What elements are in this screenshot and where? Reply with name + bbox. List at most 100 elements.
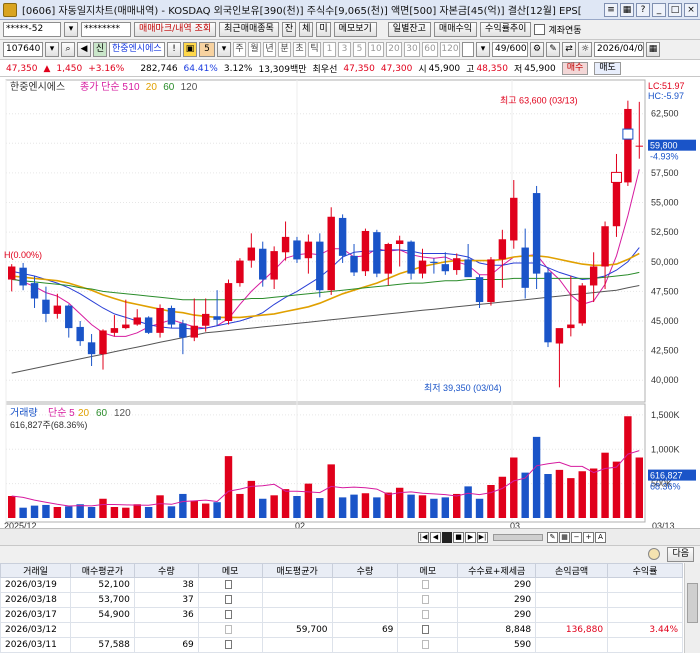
stock-code-input[interactable]: 107640	[3, 42, 43, 57]
cell-sell-memo[interactable]	[397, 592, 459, 608]
code-dropdown-icon[interactable]: ▾	[45, 42, 59, 57]
cell-sell-memo[interactable]	[397, 622, 459, 638]
memo-icon[interactable]	[224, 580, 232, 589]
interval-10[interactable]: 10	[368, 42, 384, 57]
memo-icon[interactable]	[422, 625, 430, 634]
maximize-icon[interactable]: □	[668, 3, 682, 17]
number-field[interactable]: 5	[199, 42, 215, 57]
count-field[interactable]: 49/600	[492, 42, 528, 57]
period-month[interactable]: 월	[248, 42, 261, 57]
scroll-track[interactable]	[493, 533, 543, 541]
interval-1[interactable]: 1	[323, 42, 336, 57]
period-tick[interactable]: 틱	[308, 42, 321, 57]
memo-icon[interactable]	[224, 640, 232, 649]
cell-sell-memo[interactable]	[397, 577, 459, 593]
unexecuted-button[interactable]: 미	[316, 22, 331, 37]
table-row[interactable]: 2026/03/19 52,100 38 290	[0, 577, 683, 593]
settings-icon[interactable]	[648, 548, 660, 560]
help-icon[interactable]: ?	[636, 3, 650, 17]
number-dropdown-icon[interactable]: ▾	[217, 42, 231, 57]
col-buy-memo[interactable]: 메모	[197, 563, 263, 578]
cell-buy-memo[interactable]	[197, 607, 263, 623]
memo-icon[interactable]	[422, 610, 430, 619]
search-icon[interactable]: ⌕	[61, 42, 75, 57]
col-return[interactable]: 수익률	[607, 563, 683, 578]
scroll-start-icon[interactable]: |◀	[418, 531, 429, 543]
period-week[interactable]: 주	[233, 42, 246, 57]
memo-view-button[interactable]: 메모보기	[333, 22, 377, 37]
account-link-checkbox[interactable]	[534, 24, 546, 35]
next-button[interactable]: 다음	[667, 547, 694, 562]
scroll-thumb[interactable]	[442, 531, 452, 543]
col-pnl[interactable]: 손익금액	[535, 563, 609, 578]
cell-sell-memo[interactable]	[397, 607, 459, 623]
interval-5[interactable]: 5	[353, 42, 366, 57]
memo-icon[interactable]	[422, 580, 430, 589]
close-icon[interactable]: ×	[684, 3, 698, 17]
col-buy-qty[interactable]: 수량	[133, 563, 199, 578]
period-minute[interactable]: 분	[278, 42, 291, 57]
col-sell-memo[interactable]: 메모	[397, 563, 459, 578]
sell-button[interactable]: 매도	[594, 62, 621, 75]
period-year[interactable]: 년	[263, 42, 276, 57]
alert-button[interactable]: !	[167, 42, 181, 57]
scroll-thumb[interactable]	[687, 583, 698, 623]
balance-button[interactable]: 잔	[281, 22, 297, 37]
cell-buy-memo[interactable]	[197, 622, 263, 638]
recent-trades-button[interactable]: 최근매매종목	[219, 22, 279, 37]
interval-input[interactable]	[462, 42, 474, 57]
trade-mark-button[interactable]: 매매마크/내역 조회	[134, 22, 217, 37]
date-field[interactable]: 2026/04/03	[594, 42, 644, 57]
gear-icon[interactable]: ☼	[578, 42, 592, 57]
memo-icon[interactable]	[224, 595, 232, 604]
table-scrollbar[interactable]	[684, 563, 700, 653]
memo-icon[interactable]	[422, 640, 430, 649]
cell-buy-memo[interactable]	[197, 592, 263, 608]
grid-icon[interactable]: ▦	[559, 531, 570, 543]
indicator-icon[interactable]: ✎	[546, 42, 560, 57]
cell-buy-memo[interactable]	[197, 637, 263, 653]
trade-profit-button[interactable]: 매매수익	[433, 22, 478, 37]
col-buy-avg[interactable]: 매수평균가	[69, 563, 135, 578]
daily-balance-button[interactable]: 일별잔고	[387, 22, 431, 37]
compare-icon[interactable]: ⇄	[562, 42, 576, 57]
col-sell-qty[interactable]: 수량	[331, 563, 399, 578]
account-input[interactable]: *****-52	[3, 22, 61, 37]
password-input[interactable]: ********	[81, 22, 131, 37]
interval-20[interactable]: 20	[386, 42, 402, 57]
memo-icon[interactable]	[224, 625, 232, 634]
col-date[interactable]: 거래일	[0, 563, 71, 578]
profit-trend-button[interactable]: 수익률추이	[480, 22, 532, 37]
col-fee[interactable]: 수수료+제세금	[457, 563, 537, 578]
scroll-end-icon[interactable]: ▶|	[477, 531, 488, 543]
memo-icon[interactable]	[224, 610, 232, 619]
link-icon[interactable]: ▦	[620, 3, 634, 17]
period-second[interactable]: 초	[293, 42, 306, 57]
date-picker-icon[interactable]: ▦	[646, 42, 660, 57]
calendar-icon[interactable]: ▣	[183, 42, 197, 57]
interval-60[interactable]: 60	[422, 42, 438, 57]
chart-area[interactable]: 62,50060,00057,50055,00052,50050,00047,5…	[0, 78, 700, 531]
cell-sell-memo[interactable]	[397, 637, 459, 653]
interval-dropdown-icon[interactable]: ▾	[476, 42, 490, 57]
zoom-in-icon[interactable]: +	[583, 531, 594, 543]
stock-name-field[interactable]: 한중엔시에스	[109, 42, 165, 57]
interval-30[interactable]: 30	[404, 42, 420, 57]
interval-3[interactable]: 3	[338, 42, 351, 57]
price-volume-chart[interactable]: 62,50060,00057,50055,00052,50050,00047,5…	[0, 78, 700, 531]
minimize-icon[interactable]: _	[652, 3, 666, 17]
buy-button[interactable]: 매수	[561, 62, 589, 75]
scroll-right-icon[interactable]: ▶	[465, 531, 476, 543]
menu-icon[interactable]: ≡	[604, 3, 618, 17]
scroll-left-icon[interactable]: ◀	[430, 531, 441, 543]
pause-icon[interactable]: ■	[453, 531, 464, 543]
chart-settings-icon[interactable]: ⚙	[530, 42, 544, 57]
memo-icon[interactable]	[422, 595, 430, 604]
text-icon[interactable]: A	[595, 531, 606, 543]
interval-120[interactable]: 120	[440, 42, 460, 57]
executed-button[interactable]: 체	[299, 22, 314, 37]
cell-buy-memo[interactable]	[197, 577, 263, 593]
table-row[interactable]: 2026/03/12 59,700 69 8,848 136,880 3.44%	[0, 622, 683, 638]
pencil-icon[interactable]: ✎	[547, 531, 558, 543]
speaker-icon[interactable]: ◀	[77, 42, 91, 57]
